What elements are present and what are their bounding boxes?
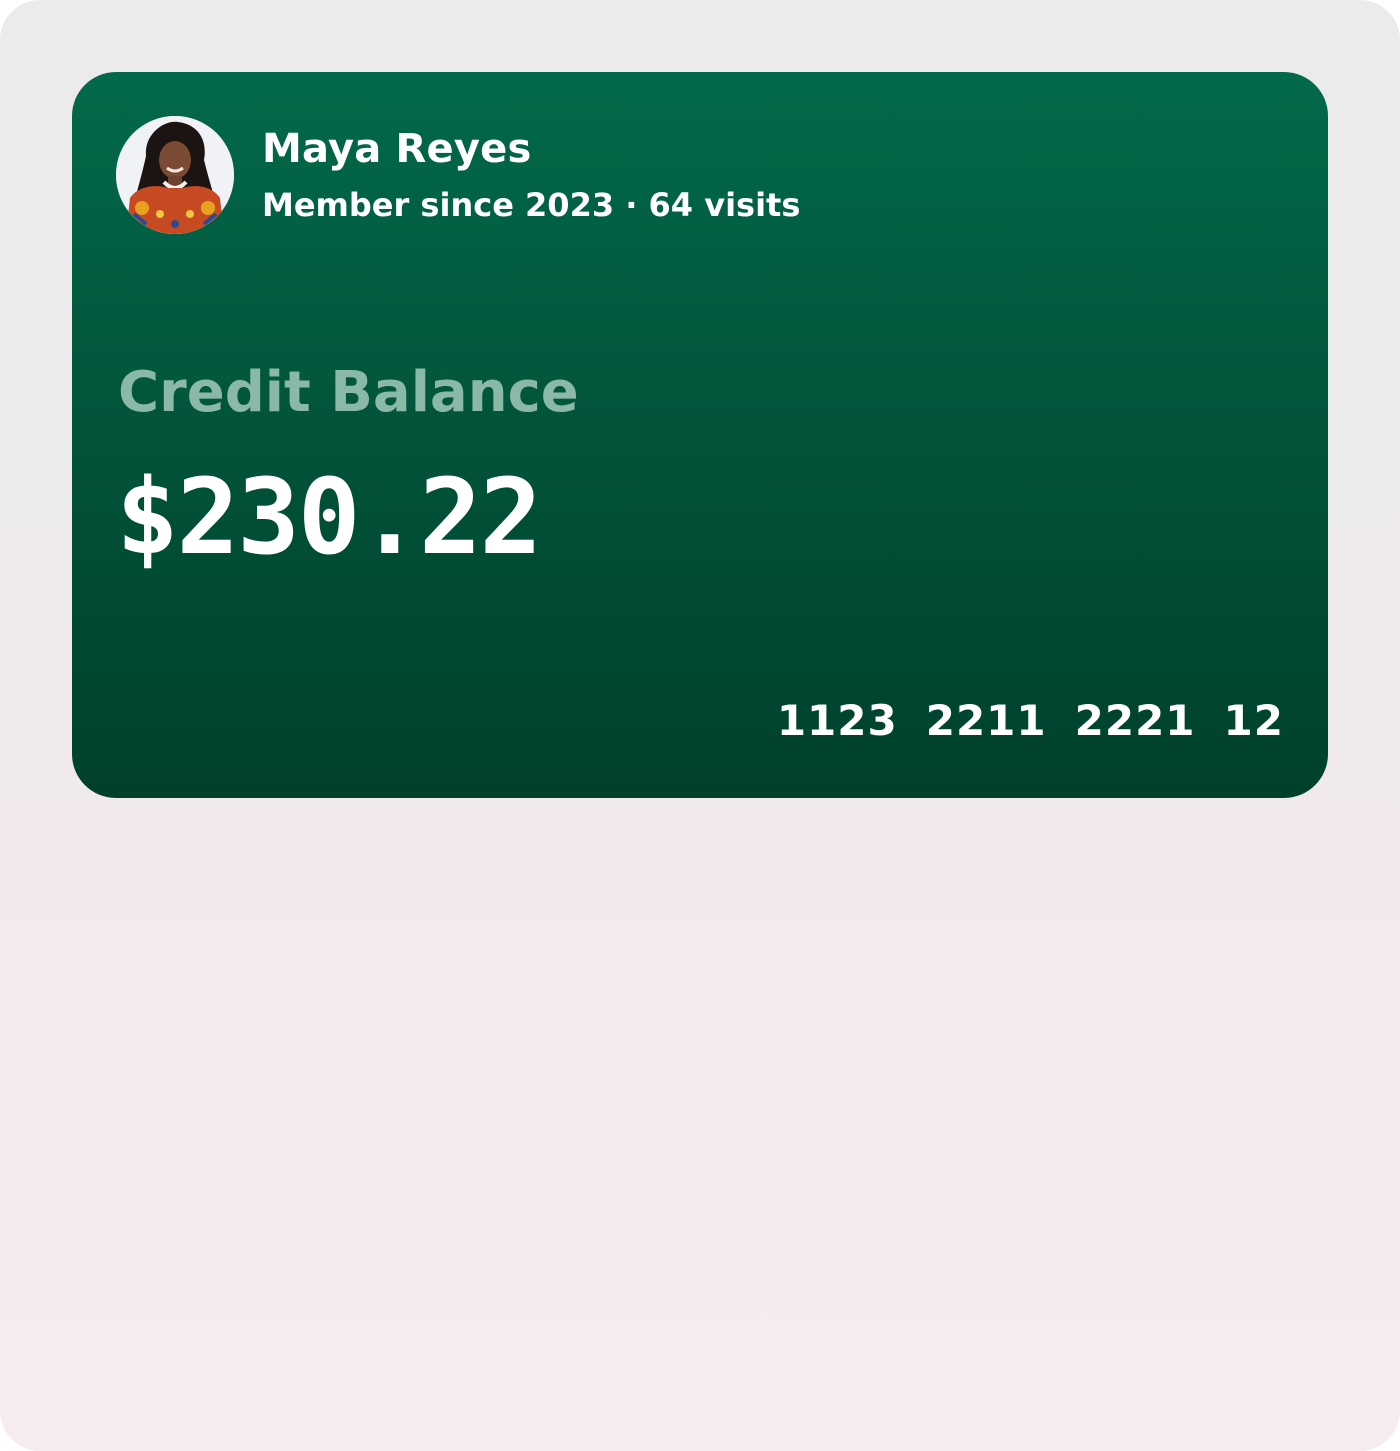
card-number-group: 12 [1223, 696, 1284, 745]
balance-amount: $230.22 [116, 456, 542, 578]
card-number: 1123 2211 2221 12 [777, 696, 1284, 745]
membership-info: Member since 2023 · 64 visits [262, 186, 801, 224]
card-number-group: 2221 [1074, 696, 1196, 745]
balance-label: Credit Balance [118, 360, 579, 425]
card-number-group: 2211 [925, 696, 1047, 745]
page-background: Maya Reyes Member since 2023 · 64 visits… [0, 0, 1400, 1451]
user-photo-icon [116, 116, 234, 234]
avatar[interactable] [116, 116, 234, 234]
loyalty-card[interactable]: Maya Reyes Member since 2023 · 64 visits… [72, 72, 1328, 798]
user-name: Maya Reyes [262, 126, 532, 172]
card-number-group: 1123 [776, 696, 898, 745]
